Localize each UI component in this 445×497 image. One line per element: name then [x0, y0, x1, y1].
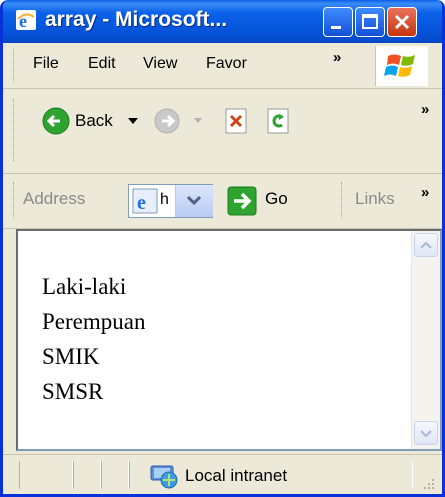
menu-overflow-chevron-icon[interactable]: » — [333, 49, 341, 66]
go-button[interactable]: Go — [227, 186, 307, 216]
refresh-icon[interactable] — [265, 107, 291, 135]
scroll-up-button[interactable] — [414, 233, 438, 257]
back-arrow-icon — [42, 107, 70, 135]
close-button[interactable] — [387, 7, 417, 37]
title-bar[interactable]: e array - Microsoft... — [3, 0, 442, 43]
svg-text:e: e — [137, 192, 146, 214]
toolbar-grip[interactable] — [13, 99, 17, 161]
go-arrow-icon — [227, 186, 257, 216]
maximize-button[interactable] — [355, 7, 385, 37]
address-dropdown-button[interactable] — [175, 185, 213, 217]
scroll-down-button[interactable] — [414, 421, 438, 445]
links-grip[interactable] — [341, 182, 345, 218]
security-zone-label: Local intranet — [185, 466, 288, 485]
menubar-grip[interactable] — [13, 49, 17, 82]
menu-view[interactable]: View — [143, 55, 177, 73]
standard-toolbar: Back » — [3, 89, 442, 174]
page-content: Laki-laki Perempuan SMIK SMSR — [16, 229, 442, 451]
back-dropdown-icon[interactable] — [127, 117, 139, 125]
status-bar: Local intranet — [3, 454, 442, 494]
local-intranet-icon — [150, 465, 178, 489]
status-pane — [73, 461, 101, 489]
stop-icon[interactable] — [223, 107, 249, 135]
minimize-icon — [331, 26, 341, 29]
content-line: SMSR — [42, 379, 104, 404]
windows-flag-icon — [384, 54, 415, 77]
page-icon: e — [132, 188, 158, 214]
status-pane — [101, 461, 129, 489]
content-line: Laki-laki — [42, 274, 127, 299]
resize-grip-icon[interactable] — [420, 475, 436, 491]
vertical-scrollbar[interactable] — [411, 231, 440, 449]
menu-favorites[interactable]: Favor — [206, 55, 247, 73]
browser-window: e array - Microsoft... File Edit View Fa… — [0, 0, 445, 497]
page-text: Laki-laki Perempuan SMIK SMSR — [42, 269, 145, 409]
address-label: Address — [23, 189, 86, 208]
window-title: array - Microsoft... — [45, 8, 228, 31]
address-value: h — [160, 191, 169, 208]
menu-edit[interactable]: Edit — [88, 55, 116, 73]
close-icon — [394, 14, 410, 30]
go-label: Go — [265, 189, 288, 208]
back-label: Back — [75, 111, 113, 130]
content-line: Perempuan — [42, 309, 146, 334]
chevron-down-icon — [186, 195, 202, 206]
content-line: SMIK — [42, 344, 100, 369]
minimize-button[interactable] — [323, 7, 353, 37]
chevron-down-icon — [420, 430, 432, 438]
addressbar-grip[interactable] — [13, 182, 17, 218]
links-overflow-chevron-icon[interactable]: » — [421, 184, 429, 201]
address-field[interactable]: e h — [128, 184, 213, 218]
windows-logo — [375, 46, 428, 86]
address-bar: Address e h Go Links » — [3, 174, 442, 229]
status-pane — [19, 461, 73, 489]
menu-bar: File Edit View Favor » — [3, 43, 442, 89]
ie-logo-icon: e — [16, 10, 36, 31]
menu-file[interactable]: File — [33, 55, 59, 73]
toolbar-overflow-chevron-icon[interactable]: » — [421, 101, 429, 118]
forward-dropdown-icon[interactable] — [193, 117, 203, 124]
forward-arrow-icon[interactable] — [153, 107, 181, 135]
links-label[interactable]: Links — [355, 189, 395, 209]
maximize-icon — [362, 14, 378, 29]
chevron-up-icon — [420, 241, 432, 249]
